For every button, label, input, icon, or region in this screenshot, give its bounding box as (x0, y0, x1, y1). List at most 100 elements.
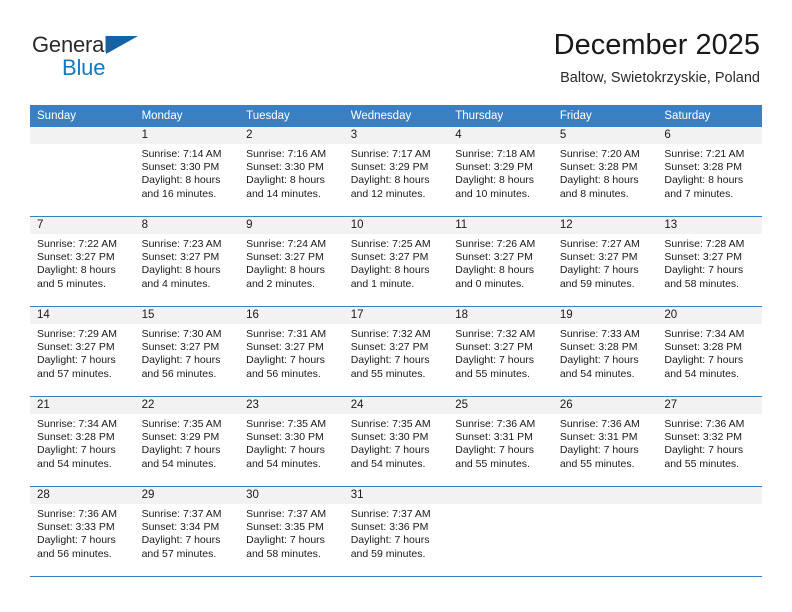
day-number: 14 (30, 307, 135, 324)
sunset-time: Sunset: 3:27 PM (350, 341, 429, 354)
daylight-duration-line2: and 54 minutes. (37, 457, 112, 470)
calendar-grid: Sunday Monday Tuesday Wednesday Thursday… (30, 105, 762, 577)
calendar-day-cell[interactable]: 27 Sunrise: 7:36 AM Sunset: 3:32 PM Dayligh… (657, 396, 762, 487)
calendar-day-cell[interactable]: 11 Sunrise: 7:26 AM Sunset: 3:27 PM Dayligh… (448, 216, 553, 307)
calendar-day-cell[interactable]: 2 Sunrise: 7:16 AM Sunset: 3:30 PM Daylight… (239, 127, 344, 217)
calendar-day-cell[interactable]: 8 Sunrise: 7:23 AM Sunset: 3:27 PM Daylight… (134, 216, 240, 307)
day-number: 16 (239, 307, 344, 324)
calendar-day-cell[interactable]: 28 Sunrise: 7:36 AM Sunset: 3:33 PM Dayligh… (30, 486, 135, 577)
calendar-day-cell[interactable]: 29 Sunrise: 7:37 AM Sunset: 3:34 PM Dayligh… (134, 486, 240, 577)
day-details: Sunrise: 7:22 AM Sunset: 3:27 PM Daylight:… (30, 234, 135, 291)
sunrise-time: Sunrise: 7:27 AM (559, 238, 640, 250)
day-number: 6 (657, 127, 762, 144)
sunset-time: Sunset: 3:27 PM (141, 251, 220, 264)
daylight-duration-line1: Daylight: 7 hours (246, 354, 325, 367)
calendar-day-cell[interactable]: 16 Sunrise: 7:31 AM Sunset: 3:27 PM Dayligh… (239, 306, 344, 397)
sunrise-time: Sunrise: 7:36 AM (664, 418, 745, 430)
sunset-time: Sunset: 3:27 PM (455, 251, 533, 264)
daylight-duration-line1: Daylight: 7 hours (559, 264, 639, 277)
day-number: 17 (343, 307, 449, 324)
day-number (657, 487, 762, 504)
weekday-header-saturday: Saturday (657, 105, 762, 127)
page-title: December 2025 (553, 29, 760, 61)
calendar-body: 1 Sunrise: 7:14 AM Sunset: 3:30 PM Daylight… (30, 127, 762, 577)
calendar-day-cell[interactable]: 9 Sunrise: 7:24 AM Sunset: 3:27 PM Daylight… (239, 216, 344, 307)
calendar-day-cell[interactable]: 7 Sunrise: 7:22 AM Sunset: 3:27 PM Daylight… (30, 216, 135, 307)
calendar-day-cell[interactable]: 13 Sunrise: 7:28 AM Sunset: 3:27 PM Dayligh… (657, 216, 762, 307)
calendar-day-cell[interactable]: 18 Sunrise: 7:32 AM Sunset: 3:27 PM Dayligh… (448, 306, 553, 397)
daylight-duration-line2: and 8 minutes. (559, 187, 629, 200)
day-details: Sunrise: 7:16 AM Sunset: 3:30 PM Daylight:… (239, 144, 344, 201)
sunset-time: Sunset: 3:27 PM (246, 251, 324, 264)
general-blue-logo[interactable]: General Blue (32, 28, 152, 88)
day-details: Sunrise: 7:26 AM Sunset: 3:27 PM Daylight:… (448, 234, 553, 291)
sunset-time: Sunset: 3:29 PM (141, 431, 220, 444)
sunset-time: Sunset: 3:30 PM (350, 431, 429, 444)
sunrise-time: Sunrise: 7:31 AM (246, 328, 327, 340)
calendar-day-cell[interactable]: 17 Sunrise: 7:32 AM Sunset: 3:27 PM Dayligh… (343, 306, 449, 397)
calendar-day-cell[interactable]: 22 Sunrise: 7:35 AM Sunset: 3:29 PM Dayligh… (134, 396, 240, 487)
sunset-time: Sunset: 3:30 PM (141, 161, 220, 174)
daylight-duration-line2: and 12 minutes. (350, 187, 426, 200)
calendar-day-cell[interactable]: 14 Sunrise: 7:29 AM Sunset: 3:27 PM Dayligh… (30, 306, 135, 397)
sunrise-time: Sunrise: 7:26 AM (455, 238, 536, 250)
calendar-day-cell[interactable]: 23 Sunrise: 7:35 AM Sunset: 3:30 PM Dayligh… (239, 396, 344, 487)
sunset-time: Sunset: 3:29 PM (350, 161, 429, 174)
sunset-time: Sunset: 3:31 PM (559, 431, 638, 444)
sunset-time: Sunset: 3:27 PM (350, 251, 429, 264)
day-number: 3 (343, 127, 449, 144)
sunrise-time: Sunrise: 7:35 AM (350, 418, 431, 430)
daylight-duration-line2: and 56 minutes. (37, 547, 112, 560)
daylight-duration-line1: Daylight: 8 hours (455, 264, 535, 277)
calendar-day-cell[interactable]: 6 Sunrise: 7:21 AM Sunset: 3:28 PM Daylight… (657, 127, 762, 217)
sunrise-time: Sunrise: 7:25 AM (350, 238, 431, 250)
calendar-day-cell[interactable]: 12 Sunrise: 7:27 AM Sunset: 3:27 PM Dayligh… (552, 216, 658, 307)
calendar-day-cell[interactable]: 20 Sunrise: 7:34 AM Sunset: 3:28 PM Dayligh… (657, 306, 762, 397)
calendar-day-cell[interactable]: 19 Sunrise: 7:33 AM Sunset: 3:28 PM Dayligh… (552, 306, 658, 397)
calendar-day-cell[interactable]: 15 Sunrise: 7:30 AM Sunset: 3:27 PM Dayligh… (134, 306, 240, 397)
daylight-duration-line2: and 57 minutes. (141, 547, 217, 560)
day-number: 2 (239, 127, 344, 144)
daylight-duration-line1: Daylight: 8 hours (559, 174, 639, 187)
calendar-day-cell[interactable]: 30 Sunrise: 7:37 AM Sunset: 3:35 PM Dayligh… (239, 486, 344, 577)
calendar-day-cell[interactable]: 4 Sunrise: 7:18 AM Sunset: 3:29 PM Daylight… (448, 127, 553, 217)
day-details: Sunrise: 7:21 AM Sunset: 3:28 PM Daylight:… (657, 144, 762, 201)
calendar-week-row: 7 Sunrise: 7:22 AM Sunset: 3:27 PM Daylight… (30, 216, 762, 307)
day-number: 5 (552, 127, 658, 144)
sunset-time: Sunset: 3:27 PM (141, 341, 220, 354)
sunset-time: Sunset: 3:28 PM (664, 161, 743, 174)
daylight-duration-line2: and 59 minutes. (350, 547, 426, 560)
day-number (552, 487, 658, 504)
calendar-day-cell[interactable]: 26 Sunrise: 7:36 AM Sunset: 3:31 PM Dayligh… (552, 396, 658, 487)
day-details: Sunrise: 7:36 AM Sunset: 3:33 PM Daylight:… (30, 504, 135, 561)
sunset-time: Sunset: 3:28 PM (559, 161, 638, 174)
day-number: 7 (30, 217, 135, 234)
sunset-time: Sunset: 3:34 PM (141, 521, 220, 534)
calendar-day-cell[interactable]: 3 Sunrise: 7:17 AM Sunset: 3:29 PM Daylight… (343, 127, 449, 217)
calendar-day-cell[interactable]: 31 Sunrise: 7:37 AM Sunset: 3:36 PM Dayligh… (343, 486, 449, 577)
day-number: 8 (134, 217, 240, 234)
sunset-time: Sunset: 3:33 PM (37, 521, 115, 534)
daylight-duration-line2: and 5 minutes. (37, 277, 106, 290)
calendar-day-cell[interactable]: 24 Sunrise: 7:35 AM Sunset: 3:30 PM Dayligh… (343, 396, 449, 487)
calendar-day-cell[interactable]: 1 Sunrise: 7:14 AM Sunset: 3:30 PM Daylight… (134, 127, 240, 217)
calendar-day-cell[interactable]: 25 Sunrise: 7:36 AM Sunset: 3:31 PM Dayligh… (448, 396, 553, 487)
sunset-time: Sunset: 3:28 PM (37, 431, 115, 444)
sunset-time: Sunset: 3:27 PM (664, 251, 743, 264)
logo-triangle-icon (106, 36, 138, 54)
calendar-day-cell[interactable]: 10 Sunrise: 7:25 AM Sunset: 3:27 PM Dayligh… (343, 216, 449, 307)
calendar-cell-empty (657, 486, 762, 577)
sunrise-time: Sunrise: 7:36 AM (559, 418, 640, 430)
sunrise-time: Sunrise: 7:17 AM (350, 148, 431, 160)
weekday-header-sunday: Sunday (30, 105, 135, 127)
sunrise-time: Sunrise: 7:35 AM (141, 418, 222, 430)
calendar-day-cell[interactable]: 21 Sunrise: 7:34 AM Sunset: 3:28 PM Dayligh… (30, 396, 135, 487)
sunrise-time: Sunrise: 7:20 AM (559, 148, 640, 160)
sunset-time: Sunset: 3:29 PM (455, 161, 533, 174)
calendar-day-cell[interactable]: 5 Sunrise: 7:20 AM Sunset: 3:28 PM Daylight… (552, 127, 658, 217)
sunset-time: Sunset: 3:28 PM (559, 341, 638, 354)
daylight-duration-line1: Daylight: 8 hours (455, 174, 535, 187)
day-details: Sunrise: 7:35 AM Sunset: 3:29 PM Daylight:… (135, 414, 240, 471)
day-number: 23 (239, 397, 344, 414)
sunset-time: Sunset: 3:27 PM (559, 251, 638, 264)
